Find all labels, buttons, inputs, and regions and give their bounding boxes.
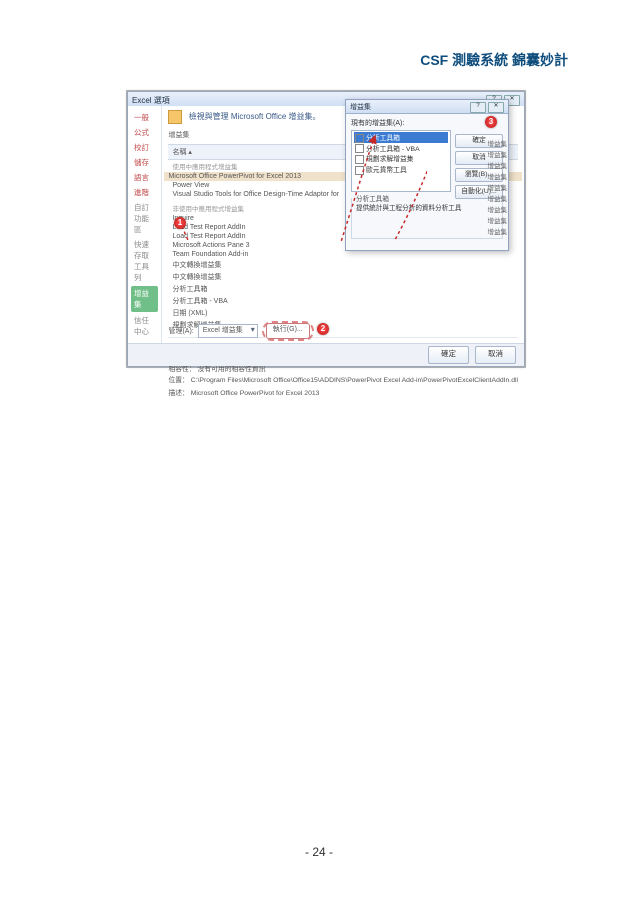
- cancel-button[interactable]: 取消: [475, 346, 516, 364]
- help-icon[interactable]: ?: [470, 102, 486, 113]
- table-row[interactable]: 分析工具箱 - VBA: [168, 295, 518, 307]
- list-item: 增益集: [488, 227, 508, 238]
- list-item: 增益集: [488, 161, 508, 172]
- sidebar-item-formula[interactable]: 公式: [128, 125, 161, 140]
- addin-description-group: 分析工具箱 提供統計與工程分析的資料分析工具: [351, 198, 503, 239]
- list-item[interactable]: 歐元貨幣工具: [354, 164, 448, 175]
- annotation-marker-3: 3: [485, 116, 497, 128]
- list-item: 增益集: [488, 183, 508, 194]
- list-item: 增益集: [488, 205, 508, 216]
- sidebar-item-ribbon[interactable]: 自訂功能區: [128, 200, 161, 237]
- list-item[interactable]: 分析工具箱: [354, 132, 448, 143]
- dialog-title: Excel 選項: [132, 95, 170, 106]
- list-item-label: 規劃求解增益集: [366, 156, 414, 163]
- go-button-highlight: 執行(G)...: [262, 321, 314, 341]
- detail-val: Microsoft Office PowerPivot for Excel 20…: [191, 390, 320, 397]
- sidebar-item-lang[interactable]: 語言: [128, 170, 161, 185]
- content-header: 檢視與管理 Microsoft Office 增益集。: [189, 112, 321, 121]
- manage-row: 管理(A): Excel 增益集 執行(G)...: [168, 321, 313, 341]
- annotation-marker-2: 2: [317, 323, 329, 335]
- table-row[interactable]: 分析工具箱: [168, 283, 518, 295]
- screenshot-figure: Excel 選項 ? ✕ 一般 公式 校訂 儲存 語言 進階 自訂功能區 快速存…: [126, 90, 526, 368]
- list-item: 增益集: [488, 216, 508, 227]
- table-row[interactable]: 中文轉換增益集: [168, 259, 518, 271]
- detail-key: 相容性：: [168, 366, 195, 373]
- sidebar-item-trust[interactable]: 信任中心: [128, 313, 161, 339]
- list-item-label: 歐元貨幣工具: [366, 167, 407, 174]
- sidebar-item-adv[interactable]: 進階: [128, 185, 161, 200]
- ok-button[interactable]: 確定: [428, 346, 469, 364]
- type-column: 增益集 增益集 增益集 增益集 增益集 增益集 增益集 增益集 增益集: [488, 139, 508, 238]
- list-item: 增益集: [488, 139, 508, 150]
- sidebar-item-general[interactable]: 一般: [128, 110, 161, 125]
- sidebar-item-addins[interactable]: 增益集: [131, 286, 158, 312]
- addins-title: 增益集: [350, 102, 371, 112]
- checkbox-icon[interactable]: [355, 166, 364, 175]
- list-item: 增益集: [488, 194, 508, 205]
- manage-select[interactable]: Excel 增益集: [198, 324, 258, 338]
- dialog-footer: 確定 取消: [128, 343, 524, 366]
- checkbox-icon[interactable]: [355, 134, 364, 143]
- list-item-label: 分析工具箱: [366, 135, 400, 142]
- checkbox-icon[interactable]: [355, 155, 364, 164]
- list-item: 增益集: [488, 172, 508, 183]
- addin-header-icon: [168, 110, 182, 124]
- list-item-label: 分析工具箱 - VBA: [366, 146, 420, 153]
- sidebar-item-save[interactable]: 儲存: [128, 155, 161, 170]
- addins-titlebar: 增益集 ? ✕: [346, 100, 508, 114]
- manage-label: 管理(A):: [168, 326, 193, 336]
- group-text: 提供統計與工程分析的資料分析工具: [356, 205, 462, 212]
- available-label: 現有的增益集(A):: [351, 118, 503, 128]
- group-title: 分析工具箱: [354, 193, 391, 203]
- annotation-marker-1: 1: [174, 217, 186, 229]
- detail-val: 沒有可用的相容性資訊: [198, 366, 266, 373]
- page-footer: - 24 -: [0, 845, 638, 859]
- sidebar-item-label: 增益集: [134, 289, 149, 309]
- list-item[interactable]: 分析工具箱 - VBA: [354, 143, 448, 154]
- sidebar-item-proof[interactable]: 校訂: [128, 140, 161, 155]
- list-item[interactable]: 規劃求解增益集: [354, 153, 448, 164]
- go-button[interactable]: 執行(G)...: [266, 323, 310, 339]
- sidebar-item-qat[interactable]: 快速存取工具列: [128, 237, 161, 285]
- table-row[interactable]: 中文轉換增益集: [168, 271, 518, 283]
- detail-key: 位置：: [168, 377, 188, 384]
- detail-key: 描述：: [168, 390, 188, 397]
- table-row[interactable]: 日期 (XML): [168, 307, 518, 319]
- page-header: CSF 測驗系統 錦囊妙計: [420, 50, 568, 70]
- detail-val: C:\Program Files\Microsoft Office\Office…: [191, 377, 518, 384]
- list-item: 增益集: [488, 150, 508, 161]
- close-icon[interactable]: ✕: [488, 102, 504, 113]
- checkbox-icon[interactable]: [355, 144, 364, 153]
- addins-listbox[interactable]: 分析工具箱 分析工具箱 - VBA 規劃求解增益集 歐元貨幣工具: [351, 130, 451, 192]
- options-sidebar: 一般 公式 校訂 儲存 語言 進階 自訂功能區 快速存取工具列 增益集 信任中心: [128, 106, 162, 344]
